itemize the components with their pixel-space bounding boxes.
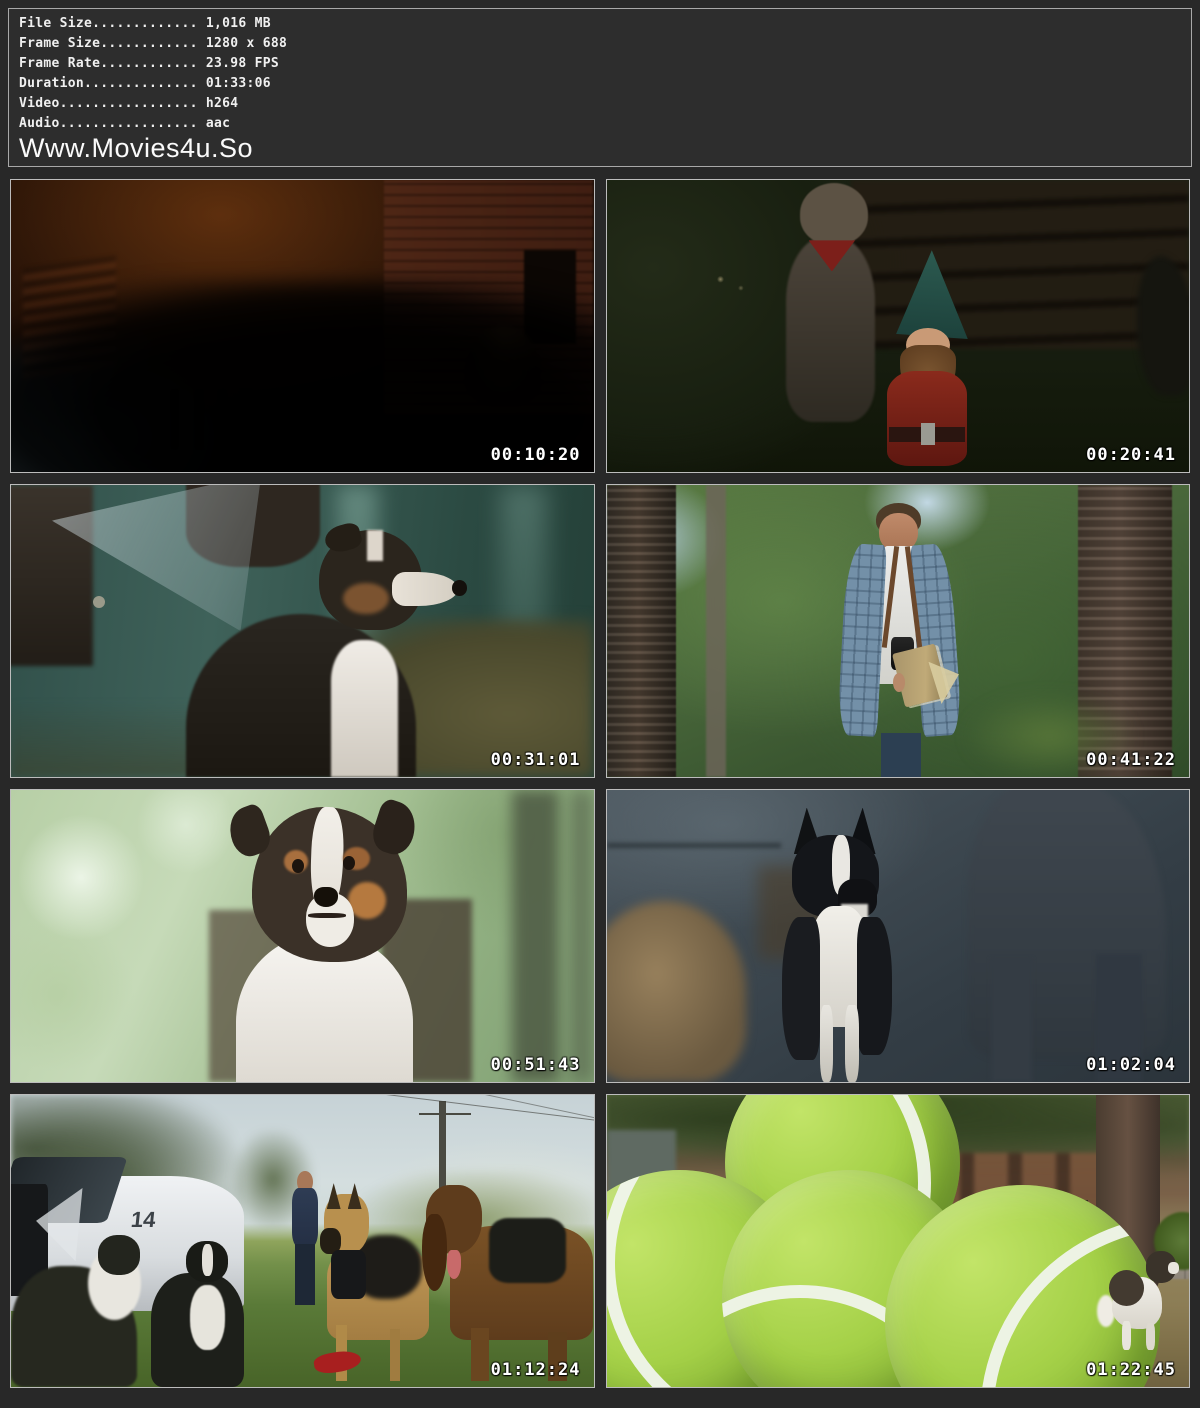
dog-leg	[1146, 1323, 1155, 1350]
aussie-shepherd	[186, 514, 489, 777]
terrier-head	[800, 183, 869, 245]
collar-tag	[93, 596, 105, 608]
front-leg	[845, 1005, 859, 1082]
terrier-dog	[775, 183, 886, 422]
deer-statue	[1137, 256, 1190, 396]
female-officer	[288, 1171, 323, 1311]
bloodhound-ear	[422, 1214, 446, 1292]
collie-blaze	[202, 1244, 212, 1276]
tan-scruffy-dog	[606, 901, 747, 1082]
border-collie-left	[11, 1235, 151, 1387]
aussie-shepherd-small	[1107, 1245, 1177, 1350]
bloodhound	[419, 1177, 594, 1381]
blurred-trunk	[512, 790, 559, 1082]
timestamp: 00:20:41	[1086, 445, 1176, 465]
bloodhound-harness	[489, 1218, 566, 1283]
timestamp: 00:10:20	[491, 445, 581, 465]
aussie-white-chest	[331, 640, 398, 777]
bloodhound-leg	[471, 1328, 488, 1381]
front-leg	[820, 1005, 834, 1082]
officer-uniform	[292, 1188, 319, 1247]
timestamp: 01:22:45	[1086, 1360, 1176, 1380]
movie-screenshot-4: 00:41:22	[606, 484, 1191, 778]
site-watermark: Www.Movies4u.So	[19, 134, 1181, 163]
timestamp: 01:02:04	[1086, 1055, 1176, 1075]
gnome-buckle	[921, 423, 936, 445]
info-audio-codec: Audio................. aac	[19, 114, 1181, 134]
gnome-coat	[887, 371, 967, 466]
scene-boston-terrier	[607, 790, 1190, 1082]
scene-aussie-closeup	[11, 790, 594, 1082]
movie-screenshot-5: 00:51:43	[10, 789, 595, 1083]
collie-head	[98, 1235, 140, 1274]
officer-pants	[295, 1244, 315, 1306]
tan-cheek	[348, 882, 386, 919]
aussie-tan-patch	[343, 583, 388, 615]
tree-trunk-thin	[706, 485, 726, 777]
screenshot-grid: 00:10:20 00:20:41	[10, 179, 1190, 1388]
boston-terrier	[770, 808, 921, 1082]
pole-crossarm	[419, 1113, 471, 1116]
background-shelf	[607, 843, 782, 849]
aussie-shepherd-closeup	[209, 796, 477, 1082]
gray-dog-leg	[991, 959, 1032, 1082]
media-info-box: File Size............. 1,016 MB Frame Si…	[8, 8, 1192, 167]
movie-screenshot-8: 01:22:45	[606, 1094, 1191, 1388]
bloodhound-tongue	[447, 1250, 461, 1279]
scene-k9-field: 14	[11, 1095, 594, 1387]
scene-tennis-balls	[607, 1095, 1190, 1387]
man-with-binoculars	[816, 503, 991, 777]
jeans	[881, 733, 921, 777]
foreground-dog-silhouette	[10, 279, 595, 473]
dog-muzzle	[1168, 1262, 1179, 1275]
garden-gnome	[874, 250, 979, 466]
scene-barn-cone	[11, 485, 594, 777]
aussie-nose	[452, 580, 467, 596]
black-flank	[782, 917, 820, 1060]
dog-dark-back	[1109, 1270, 1144, 1306]
scene-gnome-garden	[607, 180, 1190, 472]
info-duration: Duration.............. 01:33:06	[19, 74, 1181, 94]
border-collie-center	[139, 1241, 256, 1387]
info-file-size: File Size............. 1,016 MB	[19, 14, 1181, 34]
info-frame-size: Frame Size............ 1280 x 688	[19, 34, 1181, 54]
dog-nose	[314, 887, 338, 907]
scene-forest-man	[607, 485, 1190, 777]
plaid-shirt-left	[837, 543, 887, 737]
black-flank	[857, 917, 892, 1054]
timestamp: 01:12:24	[491, 1360, 581, 1380]
movie-screenshot-7: 14	[10, 1094, 595, 1388]
aussie-muzzle	[392, 572, 459, 606]
timestamp: 00:31:01	[491, 750, 581, 770]
collie-white-chest	[190, 1285, 225, 1351]
van-number: 14	[130, 1207, 157, 1233]
info-frame-rate: Frame Rate............ 23.98 FPS	[19, 54, 1181, 74]
movie-screenshot-3: 00:31:01	[10, 484, 595, 778]
shepherd-leg	[390, 1329, 400, 1381]
info-video-codec: Video................. h264	[19, 94, 1181, 114]
gnome-hat	[880, 247, 974, 339]
scene-night-yard	[11, 180, 594, 472]
tree-trunk-left	[607, 485, 677, 777]
timestamp: 00:41:22	[1086, 750, 1176, 770]
cone-dog-shoulder	[10, 485, 93, 666]
movie-screenshot-1: 00:10:20	[10, 179, 595, 473]
dog-leg	[1122, 1321, 1131, 1350]
dog-mouth	[308, 913, 346, 918]
aussie-blaze	[367, 530, 382, 562]
movie-screenshot-2: 00:20:41	[606, 179, 1191, 473]
k9-harness	[331, 1250, 366, 1299]
movie-screenshot-6: 01:02:04	[606, 789, 1191, 1083]
blurred-trunk	[570, 790, 593, 1082]
timestamp: 00:51:43	[491, 1055, 581, 1075]
